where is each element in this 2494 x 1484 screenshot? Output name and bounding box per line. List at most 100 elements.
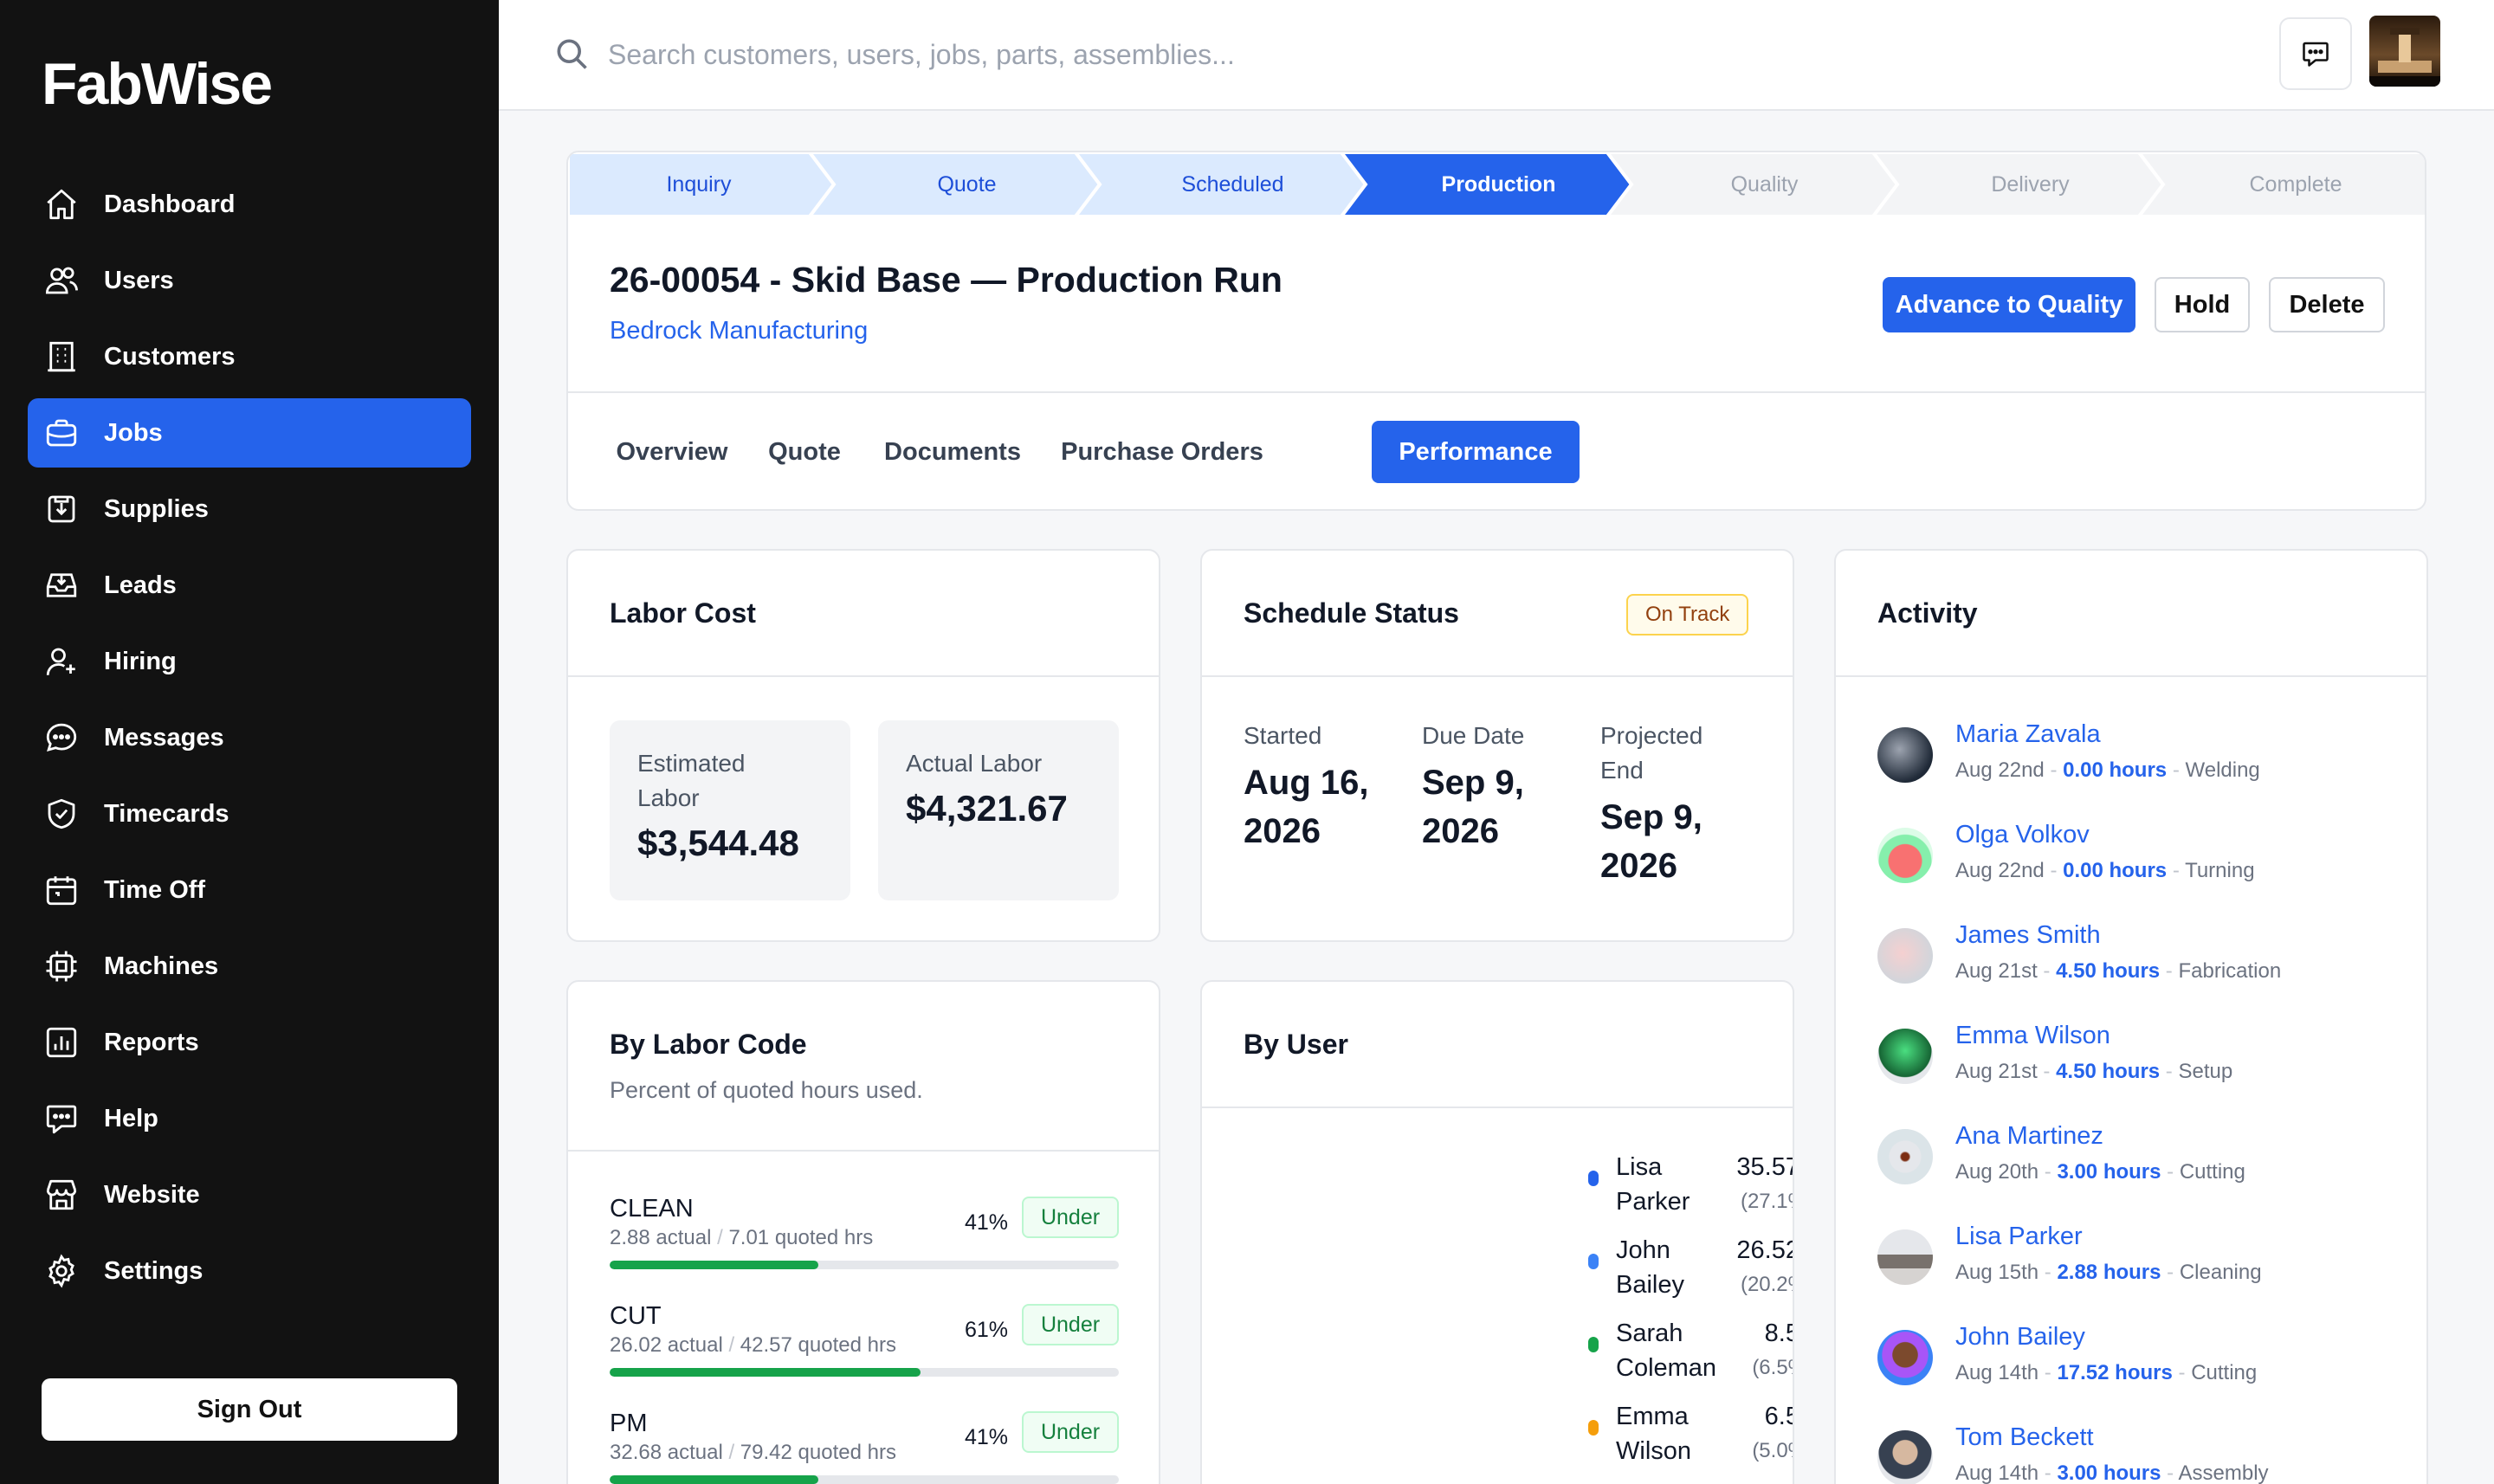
percent-used: 41% [964,1210,1008,1235]
card-subtitle: Percent of quoted hours used. [610,1077,923,1103]
user-percent: (20.2%) [1740,1273,1793,1296]
activity-user-name[interactable]: Lisa Parker [1955,1223,2083,1251]
customer-link[interactable]: Bedrock Manufacturing [610,317,868,345]
activity-meta: Aug 21st - 4.50 hours - Setup [1955,1060,2233,1083]
progress-fill [610,1368,921,1377]
step-scheduled[interactable]: Scheduled [1100,152,1366,216]
messages-button[interactable] [2279,17,2352,90]
card-title: Schedule Status [1244,597,1459,629]
avatar [1877,727,1933,783]
sidebar-item-settings[interactable]: Settings [28,1236,471,1306]
tab-documents[interactable]: Documents [875,421,1031,483]
percent-used: 41% [964,1425,1008,1449]
user-hours: 26.52 [1736,1236,1794,1264]
sidebar-item-help[interactable]: Help [28,1084,471,1153]
user-hours-row: Sarah Coleman 8.5 (6.5%) [1588,1316,1793,1399]
activity-item[interactable]: Olga Volkov Aug 22nd - 0.00 hours - Turn… [1877,821,2414,907]
activity-meta: Aug 22nd - 0.00 hours - Welding [1955,758,2260,782]
sidebar-item-machines[interactable]: Machines [28,932,471,1001]
legend-dot [1588,1254,1599,1269]
user-percent: (27.1%) [1740,1190,1793,1213]
activity-item[interactable]: James Smith Aug 21st - 4.50 hours - Fabr… [1877,921,2414,1008]
projected-end-stat: Projected End Sep 9, 2026 [1600,719,1730,890]
tab-performance[interactable]: Performance [1372,421,1580,483]
activity-date: Aug 15th [1955,1261,2039,1284]
page-title: 26-00054 - Skid Base — Production Run [610,260,1283,300]
step-inquiry[interactable]: Inquiry [568,152,830,216]
delete-button[interactable]: Delete [2269,277,2385,332]
activity-item[interactable]: Lisa Parker Aug 15th - 2.88 hours - Clea… [1877,1223,2414,1309]
sidebar-item-customers[interactable]: Customers [28,322,471,391]
activity-date: Aug 14th [1955,1461,2039,1484]
user-name: Sarah Coleman [1616,1319,1717,1382]
activity-user-name[interactable]: James Smith [1955,921,2101,950]
actual-hours: 26.02 actual [610,1333,723,1357]
stat-value: Sep 9, 2026 [1600,798,1703,885]
sign-out-button[interactable]: Sign Out [42,1378,457,1441]
sidebar-item-reports[interactable]: Reports [28,1008,471,1077]
sidebar-item-dashboard[interactable]: Dashboard [28,170,471,239]
hold-button[interactable]: Hold [2155,277,2250,332]
stat-label: Actual Labor [906,750,1043,777]
sidebar-item-label: Users [104,266,174,294]
activity-item[interactable]: Maria Zavala Aug 22nd - 0.00 hours - Wel… [1877,720,2414,807]
activity-date: Aug 21st [1955,1060,2038,1083]
tab-purchase-orders[interactable]: Purchase Orders [1053,421,1271,483]
activity-task: Welding [2185,758,2260,782]
sidebar-item-website[interactable]: Website [28,1160,471,1229]
sidebar-item-timecards[interactable]: Timecards [28,779,471,848]
tab-quote[interactable]: Quote [757,421,852,483]
card-title: By User [1244,1029,1348,1060]
activity-item[interactable]: Tom Beckett Aug 14th - 3.00 hours - Asse… [1877,1423,2414,1484]
activity-meta: Aug 14th - 17.52 hours - Cutting [1955,1361,2258,1384]
step-quote[interactable]: Quote [834,152,1100,216]
cpu-icon [46,951,77,982]
step-complete[interactable]: Complete [2163,152,2425,216]
user-avatar[interactable] [2369,16,2440,87]
labor-code-row: CUT 26.02 actual / 42.57 quoted hrs 61% … [610,1302,1119,1399]
sidebar-nav: Dashboard Users Customers Jobs Supplies … [28,170,471,1313]
search-icon [557,39,587,69]
step-quality[interactable]: Quality [1631,152,1897,216]
stat-label: Projected End [1600,722,1703,784]
activity-user-name[interactable]: Ana Martinez [1955,1122,2103,1151]
step-delivery[interactable]: Delivery [1897,152,2163,216]
sidebar-item-hiring[interactable]: Hiring [28,627,471,696]
estimated-labor-stat: Estimated Labor $3,544.48 [610,720,850,900]
gear-icon [48,1254,74,1288]
activity-hours: 2.88 hours [2057,1261,2161,1284]
actual-hours: 32.68 actual [610,1441,723,1464]
activity-user-name[interactable]: Olga Volkov [1955,821,2090,849]
labor-code-row: PM 32.68 actual / 79.42 quoted hrs 41% U… [610,1410,1119,1484]
user-hours-row: Lisa Parker 35.57 (27.1%) [1588,1150,1793,1233]
legend-dot [1588,1337,1599,1352]
avatar [1877,928,1933,984]
sidebar-item-supplies[interactable]: Supplies [28,474,471,544]
inbox-icon [46,573,77,597]
activity-item[interactable]: John Bailey Aug 14th - 17.52 hours - Cut… [1877,1323,2414,1410]
sidebar-item-time-off[interactable]: Time Off [28,855,471,925]
activity-user-name[interactable]: John Bailey [1955,1323,2085,1352]
search-input[interactable] [608,31,1820,78]
labor-cost-card: Labor Cost Estimated Labor $3,544.48 Act… [566,549,1160,942]
activity-item[interactable]: Ana Martinez Aug 20th - 3.00 hours - Cut… [1877,1122,2414,1209]
tab-overview[interactable]: Overview [610,421,734,483]
activity-meta: Aug 21st - 4.50 hours - Fabrication [1955,959,2282,983]
schedule-status-card: Schedule Status On Track Started Aug 16,… [1200,549,1794,942]
activity-user-name[interactable]: Maria Zavala [1955,720,2101,749]
sidebar-item-messages[interactable]: Messages [28,703,471,772]
activity-user-name[interactable]: Tom Beckett [1955,1423,2094,1452]
sidebar-item-label: Leads [104,571,177,599]
user-hours-row: Emma Wilson 6.5 (5.0%) [1588,1399,1793,1482]
step-production[interactable]: Production [1366,152,1631,216]
stat-value: Aug 16, 2026 [1244,764,1369,850]
actual-labor-stat: Actual Labor $4,321.67 [878,720,1119,900]
activity-item[interactable]: Emma Wilson Aug 21st - 4.50 hours - Setu… [1877,1022,2414,1108]
advance-to-quality-button[interactable]: Advance to Quality [1883,277,2135,332]
sidebar-item-users[interactable]: Users [28,246,471,315]
sidebar-item-jobs[interactable]: Jobs [28,398,471,468]
activity-task: Assembly [2178,1461,2269,1484]
sidebar-item-leads[interactable]: Leads [28,551,471,620]
activity-task: Cleaning [2179,1261,2262,1284]
activity-user-name[interactable]: Emma Wilson [1955,1022,2110,1050]
